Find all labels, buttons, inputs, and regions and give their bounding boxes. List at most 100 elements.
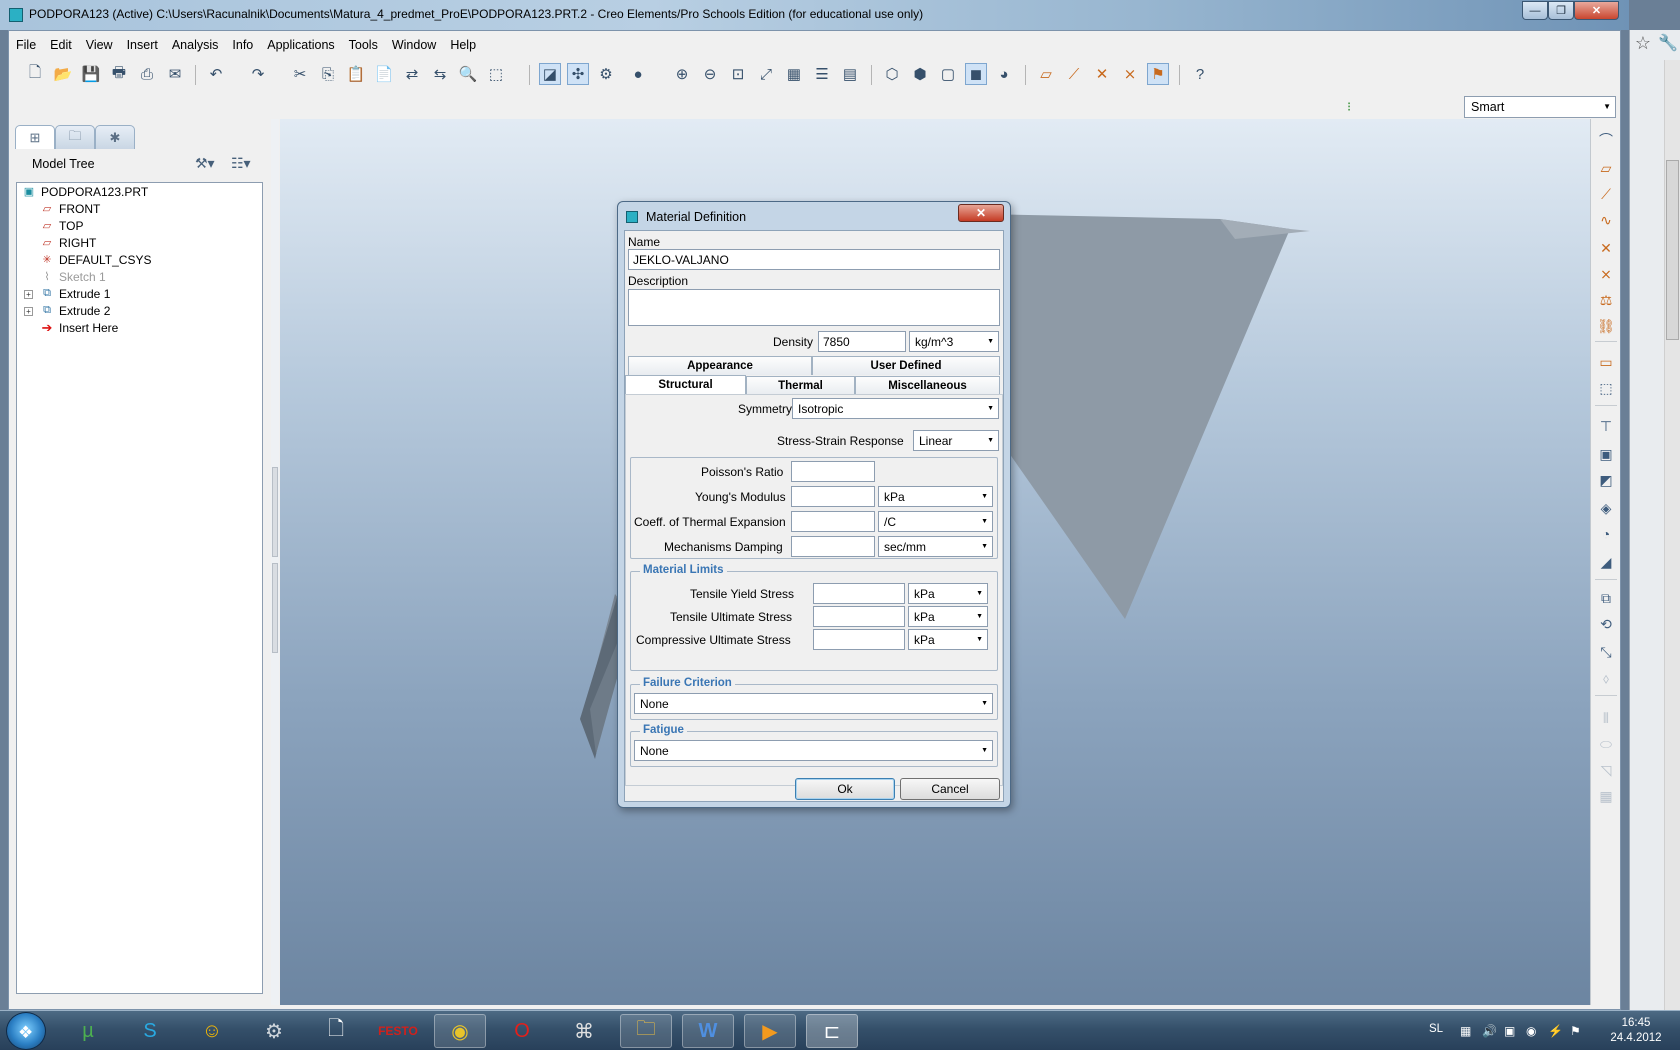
enhanced-realism-icon[interactable]: ◕	[993, 63, 1015, 85]
density-field[interactable]: 7850	[818, 331, 906, 352]
zoom-in-icon[interactable]: ⊕	[671, 63, 693, 85]
quick-print-icon[interactable]: ⎙	[136, 63, 158, 85]
paste-special-icon[interactable]: 📄	[373, 63, 395, 85]
selection-box-icon[interactable]: ⬚	[485, 63, 507, 85]
refit-icon[interactable]: ⊡	[727, 63, 749, 85]
thermal-expansion-field[interactable]	[791, 511, 875, 532]
tensile-yield-field[interactable]	[813, 583, 905, 604]
flag-tray-icon[interactable]: ▦	[1460, 1024, 1471, 1038]
curve-tool-icon[interactable]: ∿	[1595, 209, 1617, 231]
clock[interactable]: 16:45 24.4.2012	[1606, 1017, 1666, 1050]
wrench-icon[interactable]: 🔧	[1656, 33, 1680, 57]
action-center-icon[interactable]: ⚑	[1570, 1024, 1581, 1038]
blank-document-icon[interactable]: 🗋	[310, 1014, 362, 1048]
print-icon[interactable]: 🖶	[108, 63, 130, 85]
compressive-ultimate-field[interactable]	[813, 629, 905, 650]
tab-thermal[interactable]: Thermal	[746, 376, 855, 395]
language-indicator[interactable]: SL	[1429, 1023, 1443, 1050]
tree-item-insert-here[interactable]: ➔ Insert Here	[39, 319, 119, 336]
tab-miscellaneous[interactable]: Miscellaneous	[855, 376, 1000, 395]
mechanisms-damping-unit-select[interactable]: sec/mm ▼	[878, 536, 993, 557]
word-icon[interactable]: W	[682, 1014, 734, 1048]
steam-icon[interactable]: ⚙	[248, 1014, 300, 1048]
tree-item-part[interactable]: ▣ PODPORA123.PRT	[21, 183, 148, 200]
sweep-tool-icon[interactable]: ⤡	[1595, 641, 1617, 663]
tab-favorites[interactable]: ✱	[95, 125, 135, 149]
datum-axes-icon[interactable]: ⟋	[1063, 63, 1085, 85]
sketched-datum-curve-icon[interactable]: ⌒	[1595, 129, 1617, 151]
datum-planes-icon[interactable]: ▱	[1035, 63, 1057, 85]
tree-item-extrude-1[interactable]: ⧉ Extrude 1	[39, 285, 110, 302]
cancel-button[interactable]: Cancel	[900, 778, 1000, 800]
fatigue-select[interactable]: None ▼	[634, 740, 993, 761]
tree-item-extrude-2[interactable]: ⧉ Extrude 2	[39, 302, 110, 319]
hole-tool-icon[interactable]: ⊤	[1595, 415, 1617, 437]
start-button[interactable]: ❖	[6, 1012, 46, 1050]
trim-tool-icon[interactable]: ◹	[1595, 759, 1617, 781]
context-help-icon[interactable]: ?	[1189, 63, 1211, 85]
coordinate-systems-icon[interactable]: ⨯	[1119, 63, 1141, 85]
tab-appearance[interactable]: Appearance	[628, 356, 812, 375]
chamfer-tool-icon[interactable]: ◢	[1595, 551, 1617, 573]
menu-edit[interactable]: Edit	[43, 35, 79, 55]
tree-item-right[interactable]: ▱ RIGHT	[39, 234, 97, 251]
poissons-ratio-field[interactable]	[791, 461, 875, 482]
window-titlebar[interactable]: PODPORA123 (Active) C:\Users\Racunalnik\…	[0, 0, 1629, 30]
opera-icon[interactable]: O	[496, 1014, 548, 1048]
compressive-ultimate-unit-select[interactable]: kPa ▼	[908, 629, 988, 650]
filter-select[interactable]: Smart ▼	[1464, 96, 1616, 118]
youngs-modulus-field[interactable]	[791, 486, 875, 507]
paste-icon[interactable]: 📋	[345, 63, 367, 85]
sketch-tool-icon[interactable]: ▭	[1595, 351, 1617, 373]
undo-icon[interactable]: ↶	[205, 63, 227, 85]
dialog-titlebar[interactable]: Material Definition ✕	[618, 202, 1010, 230]
tensile-yield-unit-select[interactable]: kPa ▼	[908, 583, 988, 604]
redo-icon[interactable]: ↷	[247, 63, 269, 85]
axis-tool-icon[interactable]: ⟋	[1595, 183, 1617, 205]
blend-tool-icon[interactable]: ⬨	[1595, 667, 1617, 689]
orient-mode-icon[interactable]: ⚙	[595, 63, 617, 85]
utorrent-icon[interactable]: µ	[62, 1014, 114, 1048]
file-explorer-icon[interactable]: 🗀	[620, 1014, 672, 1048]
revolve-tool-icon[interactable]: ⟲	[1595, 613, 1617, 635]
festo-icon[interactable]: FESTO	[372, 1014, 424, 1048]
csys-tool-icon[interactable]: ⨯	[1595, 263, 1617, 285]
reorient-icon[interactable]: ⤢	[755, 63, 777, 85]
save-icon[interactable]: 💾	[80, 63, 102, 85]
regen-manager-icon[interactable]: ⇆	[429, 63, 451, 85]
close-button[interactable]: ✕	[1574, 1, 1619, 20]
rib-tool-icon[interactable]: ◩	[1595, 469, 1617, 491]
chrome-icon[interactable]: ◉	[434, 1014, 486, 1048]
menu-applications[interactable]: Applications	[260, 35, 341, 55]
splitter-handle[interactable]	[272, 563, 278, 653]
volume-icon[interactable]: 🔊	[1482, 1024, 1497, 1038]
annotation-display-icon[interactable]: ⚑	[1147, 63, 1169, 85]
stress-strain-select[interactable]: Linear ▼	[913, 430, 999, 451]
symmetry-select[interactable]: Isotropic ▼	[792, 398, 999, 419]
layers-icon[interactable]: ☰	[811, 63, 833, 85]
tree-settings-icon[interactable]: ⚒▾	[195, 155, 215, 172]
hidden-line-icon[interactable]: ⬢	[909, 63, 931, 85]
spin-center-icon[interactable]: ✣	[567, 63, 589, 85]
pattern-tool-icon[interactable]: ▦	[1595, 785, 1617, 807]
app-launcher-icon[interactable]: ⌘	[558, 1014, 610, 1048]
menu-analysis[interactable]: Analysis	[165, 35, 226, 55]
game-app-icon[interactable]: ☺	[186, 1014, 238, 1048]
menu-insert[interactable]: Insert	[120, 35, 165, 55]
datum-points-icon[interactable]: ✕	[1091, 63, 1113, 85]
background-scroll-thumb[interactable]	[1666, 160, 1679, 340]
skype-icon[interactable]: S	[124, 1014, 176, 1048]
view-manager-icon[interactable]: ▤	[839, 63, 861, 85]
mirror-tool-icon[interactable]: ⫴	[1595, 707, 1617, 729]
no-hidden-icon[interactable]: ▢	[937, 63, 959, 85]
sketch-mode-icon[interactable]: ⬚	[1595, 377, 1617, 399]
density-unit-select[interactable]: kg/m^3 ▼	[909, 331, 999, 352]
ok-button[interactable]: Ok	[795, 778, 895, 800]
star-icon[interactable]: ☆	[1631, 33, 1655, 57]
network-icon[interactable]: ▣	[1504, 1024, 1515, 1038]
menu-window[interactable]: Window	[385, 35, 443, 55]
tree-item-front[interactable]: ▱ FRONT	[39, 200, 101, 217]
shading-icon[interactable]: ◼	[965, 63, 987, 85]
antivirus-icon[interactable]: ◉	[1526, 1024, 1536, 1038]
open-folder-icon[interactable]: 📂	[52, 63, 74, 85]
